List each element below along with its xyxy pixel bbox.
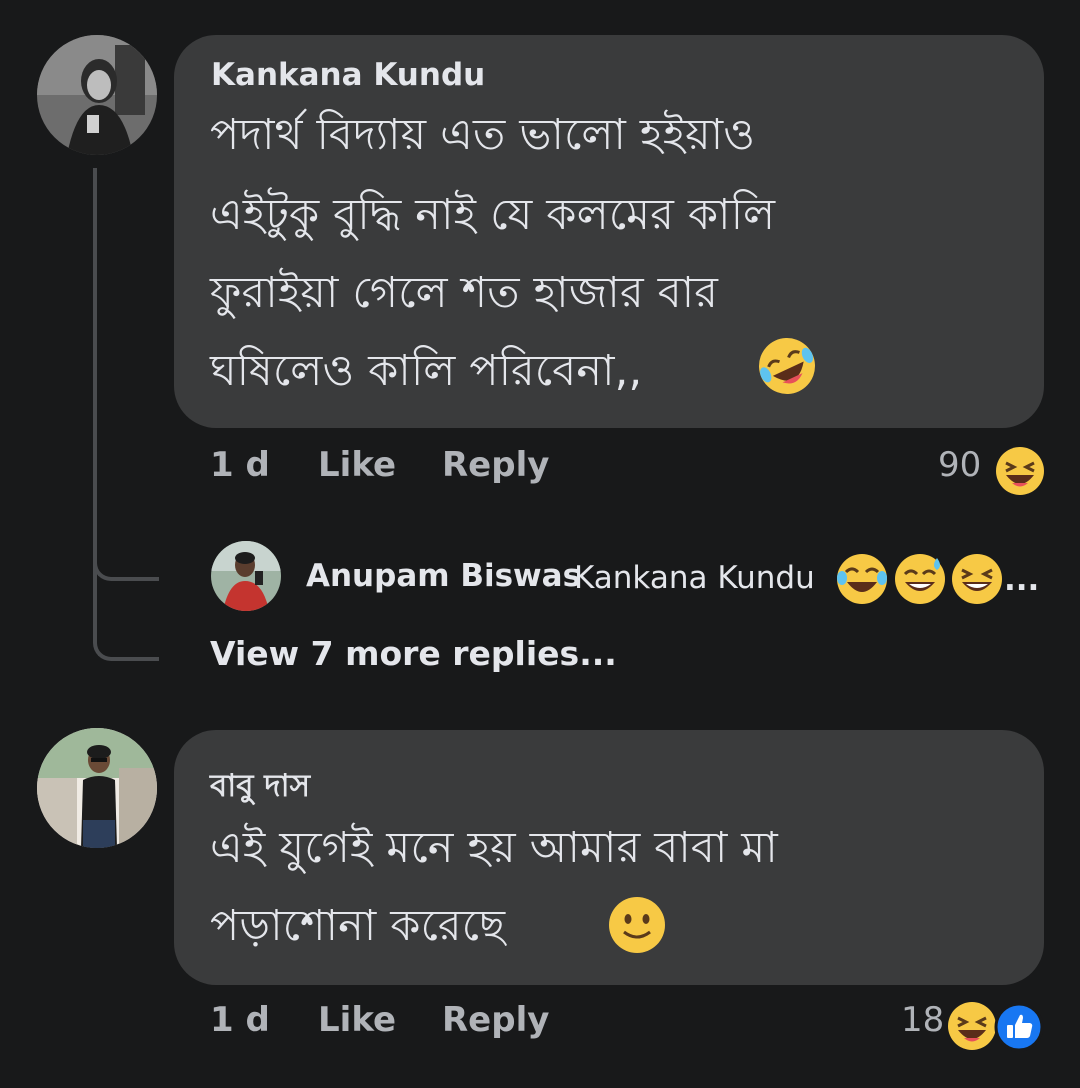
comments-page: Kankana Kundu পদার্থ বিদ্যায় এত ভালো হই… (0, 0, 1080, 1088)
comment-time: 1 d (210, 1000, 270, 1040)
comment-bubble-2: বাবু দাস এই যুগেই মনে হয় আমার বাবা মা প… (174, 730, 1044, 985)
avatar-kankana-kundu[interactable] (37, 35, 157, 155)
avatar-babu-das[interactable] (37, 728, 157, 848)
like-button[interactable]: Like (318, 445, 396, 485)
reply-mention[interactable]: Kankana Kundu (574, 560, 815, 596)
comment-text-line: ঘষিলেও কালি পরিবেনা,, (210, 346, 643, 396)
haha-reaction-icon[interactable] (946, 1000, 998, 1052)
joy-emoji (837, 554, 887, 604)
reaction-count[interactable]: 90 (938, 445, 981, 485)
thread-line-view-more (93, 560, 159, 661)
comment-actions-1: 1 d Like Reply (210, 445, 710, 493)
rofl-emoji (759, 338, 815, 394)
comment-text-line: পদার্থ বিদ্যায় এত ভালো হইয়াও (210, 110, 756, 160)
comment-text-line: এইটুকু বুদ্ধি নাই যে কলমের কালি (210, 190, 776, 240)
view-more-replies-link[interactable]: View 7 more replies... (210, 634, 617, 673)
comment-author[interactable]: বাবু দাস (210, 762, 310, 814)
reply-ellipsis: ... (1004, 562, 1040, 598)
reply-button[interactable]: Reply (442, 1000, 549, 1040)
haha-reaction-icon[interactable] (994, 445, 1046, 497)
comment-author[interactable]: Kankana Kundu (211, 57, 485, 93)
comment-time: 1 d (210, 445, 270, 485)
reaction-count[interactable]: 18 (901, 1000, 944, 1040)
comment-bubble-1: Kankana Kundu পদার্থ বিদ্যায় এত ভালো হই… (174, 35, 1044, 428)
laughing-emoji (952, 554, 1002, 604)
comment-text-line: পড়াশোনা করেছে (210, 901, 506, 951)
thread-line-reply (93, 168, 159, 581)
comment-actions-2: 1 d Like Reply (210, 1000, 710, 1048)
like-reaction-icon[interactable] (994, 1002, 1044, 1052)
like-button[interactable]: Like (318, 1000, 396, 1040)
reply-author[interactable]: Anupam Biswas (306, 558, 581, 594)
comment-text-line: এই যুগেই মনে হয় আমার বাবা মা (210, 823, 778, 873)
comment-text-line: ফুরাইয়া গেলে শত হাজার বার (210, 268, 719, 318)
slight-smile-emoji (609, 897, 665, 953)
avatar-anupam-biswas[interactable] (211, 541, 281, 611)
reply-button[interactable]: Reply (442, 445, 549, 485)
sweat-smile-emoji (895, 554, 945, 604)
